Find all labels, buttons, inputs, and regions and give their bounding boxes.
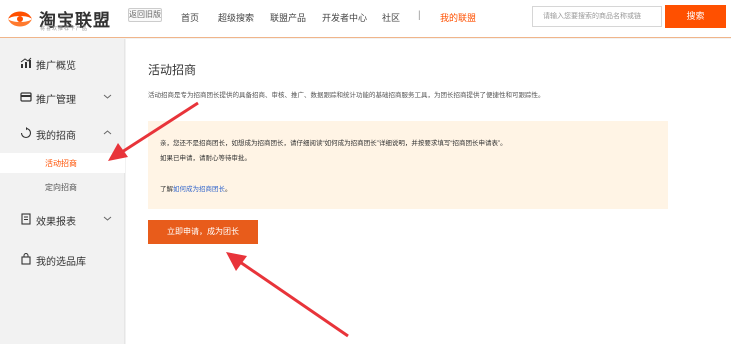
notice-line-1: 亲，您还不是招商团长，如想成为招商团长，请仔细阅读“如何成为招商团长”详细说明，… — [160, 140, 507, 147]
sidebar-item-promotion-management[interactable]: 推广管理 — [0, 79, 125, 115]
wallet-icon — [20, 92, 32, 102]
refresh-icon — [20, 127, 32, 139]
sidebar-item-label: 效果报表 — [36, 217, 76, 228]
logo-slogan: 将喜欢推荐下产品 — [40, 26, 89, 32]
chevron-down-icon — [103, 216, 112, 221]
nav-union-products[interactable]: 联盟产品 — [270, 11, 306, 25]
sidebar-subitem-label: 活动招商 — [45, 159, 77, 168]
nav-separator: | — [418, 10, 421, 21]
report-icon — [21, 213, 31, 225]
nav-home[interactable]: 首页 — [181, 11, 199, 25]
page-title: 活动招商 — [148, 63, 197, 77]
sidebar-subitem-label: 定向招商 — [45, 183, 77, 192]
sidebar-item-my-selection-library[interactable]: 我的选品库 — [0, 241, 125, 277]
sidebar-item-label: 推广管理 — [36, 95, 76, 106]
notice-box: 亲，您还不是招商团长，如想成为招商团长，请仔细阅读“如何成为招商团长”详细说明，… — [148, 121, 668, 209]
main-content: 活动招商 活动招商是专为招商团长提供的具备招商、审核、推广、数据跟踪和统计功能的… — [126, 39, 731, 344]
taobao-union-logo[interactable]: 淘宝联盟 将喜欢推荐下产品 — [6, 5, 126, 33]
nav-super-search[interactable]: 超级搜索 — [218, 11, 254, 25]
top-header: 淘宝联盟 将喜欢推荐下产品 返回旧版 首页 超级搜索 联盟产品 开发者中心 社区… — [0, 0, 731, 38]
notice-line-3: 了解如何成为招商团长。 — [160, 183, 232, 193]
notice-line-3-suffix: 。 — [225, 186, 232, 193]
bag-icon — [21, 253, 31, 265]
logo-mark-icon — [8, 11, 32, 27]
apply-leader-button[interactable]: 立即申请，成为团长 — [148, 220, 258, 244]
sidebar-item-label: 我的招商 — [36, 131, 76, 142]
sidebar-item-my-merchants[interactable]: 我的招商 — [0, 115, 125, 151]
nav-my-union[interactable]: 我的联盟 — [440, 11, 476, 25]
chevron-down-icon — [103, 94, 112, 99]
sidebar: 推广概览 推广管理 我的招商 活动招商 定向招商 效果报表 我的选品库 — [0, 39, 125, 344]
search-input[interactable]: 请输入您要搜索的商品名称或链 — [532, 6, 662, 27]
sidebar-item-overview[interactable]: 推广概览 — [0, 45, 125, 81]
page-description: 活动招商是专为招商团长提供的具备招商、审核、推广、数据跟踪和统计功能的基础招商服… — [148, 92, 545, 99]
notice-line-3-prefix: 了解 — [160, 186, 173, 193]
sidebar-subitem-targeted-merchants[interactable]: 定向招商 — [0, 177, 125, 197]
sidebar-item-label: 我的选品库 — [36, 257, 86, 268]
sidebar-item-label: 推广概览 — [36, 61, 76, 72]
how-to-become-leader-link[interactable]: 如何成为招商团长 — [173, 186, 225, 193]
nav-developer-center[interactable]: 开发者中心 — [322, 11, 367, 25]
chevron-up-icon — [103, 130, 112, 135]
nav-community[interactable]: 社区 — [382, 11, 400, 25]
search-button[interactable]: 搜索 — [665, 5, 726, 28]
back-to-old-version-button[interactable]: 返回旧版 — [128, 8, 162, 22]
chart-icon — [20, 57, 32, 68]
notice-line-2: 如果已申请，请耐心等待审批。 — [160, 155, 251, 162]
sidebar-subitem-activity-merchants[interactable]: 活动招商 — [0, 153, 125, 173]
sidebar-item-reports[interactable]: 效果报表 — [0, 201, 125, 237]
